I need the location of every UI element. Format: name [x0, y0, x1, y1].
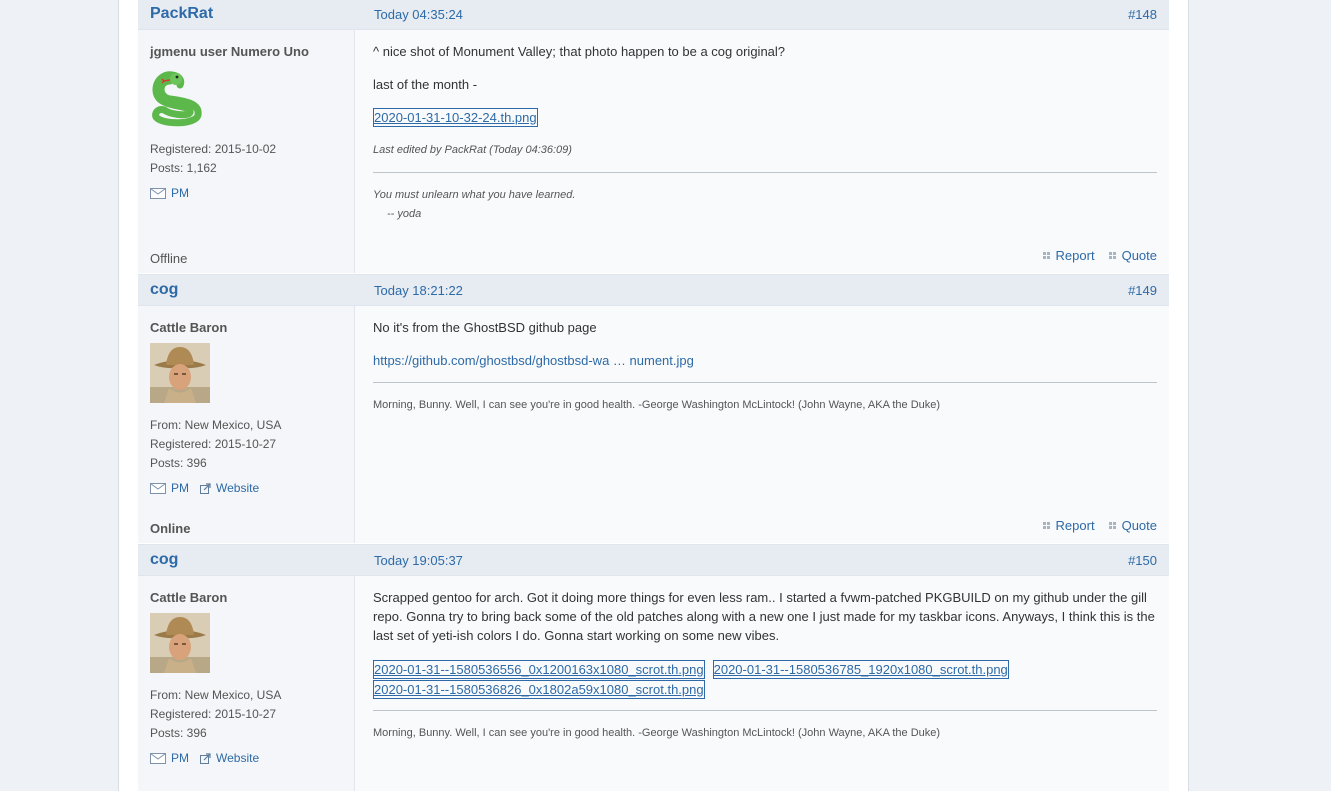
- website-link[interactable]: Website: [216, 481, 259, 495]
- post-150: cog Today 19:05:37 #150 Cattle Baron Fro…: [138, 544, 1169, 791]
- quote-button[interactable]: Quote: [1108, 248, 1157, 263]
- attachment-link[interactable]: 2020-01-31--1580536785_1920x1080_scrot.t…: [712, 660, 1009, 679]
- post-date[interactable]: Today 19:05:37: [374, 553, 463, 568]
- mail-icon: [150, 482, 166, 494]
- attachment-link[interactable]: 2020-01-31--1580536556_0x1200163x1080_sc…: [373, 660, 705, 679]
- post-content: ^ nice shot of Monument Valley; that pho…: [355, 30, 1169, 273]
- post-paragraph: ^ nice shot of Monument Valley; that pho…: [373, 44, 786, 59]
- report-button[interactable]: Report: [1042, 518, 1095, 533]
- external-link-icon: [200, 482, 211, 494]
- post-body: Cattle Baron From: New Mexico, USA Regis…: [138, 576, 1169, 791]
- post-body: jgmenu user Numero Uno Registered: 2015-…: [138, 30, 1169, 273]
- post-count: Posts: 396: [150, 456, 207, 470]
- signature-divider: [373, 382, 1157, 383]
- author-panel: Cattle Baron From: New Mexico, USA Regis…: [138, 576, 355, 791]
- report-button[interactable]: Report: [1042, 248, 1095, 263]
- contact-links: PM: [150, 186, 189, 200]
- edited-note: Last edited by PackRat (Today 04:36:09): [373, 144, 572, 156]
- user-title: Cattle Baron: [150, 320, 228, 335]
- post-paragraph: No it's from the GhostBSD github page: [373, 320, 597, 335]
- author-name[interactable]: cog: [150, 281, 178, 299]
- post-header: PackRat Today 04:35:24 #148: [138, 0, 1169, 30]
- quote-label: Quote: [1121, 248, 1157, 263]
- post-count: Posts: 1,162: [150, 161, 217, 175]
- signature-line: -- yoda: [387, 208, 422, 220]
- pm-link[interactable]: PM: [171, 186, 189, 200]
- signature-divider: [373, 710, 1157, 711]
- signature-line: Morning, Bunny. Well, I can see you're i…: [373, 727, 941, 739]
- author-panel: jgmenu user Numero Uno Registered: 2015-…: [138, 30, 355, 273]
- post-148: PackRat Today 04:35:24 #148 jgmenu user …: [138, 0, 1169, 273]
- registered-date: Registered: 2015-10-02: [150, 142, 277, 156]
- post-actions: Report Quote: [1029, 248, 1157, 263]
- post-date[interactable]: Today 18:21:22: [374, 283, 463, 298]
- post-actions: Report Quote: [1029, 518, 1157, 533]
- user-status: Online: [150, 521, 191, 536]
- post-paragraph: last of the month -: [373, 77, 478, 92]
- post-paragraph: Scrapped gentoo for arch. Got it doing m…: [373, 590, 1155, 643]
- contact-links: PM Website: [150, 751, 259, 765]
- author-panel: Cattle Baron From: New Mexico, USA Regis…: [138, 306, 355, 543]
- attachment-link[interactable]: 2020-01-31--1580536826_0x1802a59x1080_sc…: [373, 680, 705, 699]
- contact-links: PM Website: [150, 481, 259, 495]
- post-number[interactable]: #150: [1128, 553, 1157, 568]
- post-content: Scrapped gentoo for arch. Got it doing m…: [355, 576, 1169, 791]
- attachment-link[interactable]: 2020-01-31-10-32-24.th.png: [373, 108, 538, 127]
- post-header: cog Today 19:05:37 #150: [138, 544, 1169, 576]
- signature-line: Morning, Bunny. Well, I can see you're i…: [373, 399, 941, 411]
- github-link[interactable]: https://github.com/ghostbsd/ghostbsd-wa …: [373, 351, 1157, 370]
- post-number[interactable]: #149: [1128, 283, 1157, 298]
- author-name[interactable]: PackRat: [150, 5, 213, 23]
- registered-date: Registered: 2015-10-27: [150, 707, 277, 721]
- snake-avatar-icon: [152, 71, 202, 127]
- page-container: PackRat Today 04:35:24 #148 jgmenu user …: [118, 0, 1189, 791]
- post-count: Posts: 396: [150, 726, 207, 740]
- quote-label: Quote: [1121, 518, 1157, 533]
- mail-icon: [150, 187, 166, 199]
- website-link[interactable]: Website: [216, 751, 259, 765]
- signature-divider: [373, 172, 1157, 173]
- cowboy-avatar-icon: [150, 343, 210, 403]
- cowboy-avatar-icon: [150, 613, 210, 673]
- user-location: From: New Mexico, USA: [150, 688, 282, 702]
- quote-button[interactable]: Quote: [1108, 518, 1157, 533]
- external-link-icon: [200, 752, 211, 764]
- attachment-list: 2020-01-31--1580536556_0x1200163x1080_sc…: [373, 660, 1157, 700]
- grip-icon: [1042, 252, 1050, 259]
- post-date[interactable]: Today 04:35:24: [374, 7, 463, 22]
- grip-icon: [1108, 522, 1116, 529]
- user-status: Offline: [150, 251, 188, 266]
- author-name[interactable]: cog: [150, 551, 178, 569]
- post-content: No it's from the GhostBSD github page ht…: [355, 306, 1169, 543]
- report-label: Report: [1055, 518, 1095, 533]
- report-label: Report: [1055, 248, 1095, 263]
- registered-date: Registered: 2015-10-27: [150, 437, 277, 451]
- signature-line: You must unlearn what you have learned.: [373, 189, 576, 201]
- grip-icon: [1108, 252, 1116, 259]
- grip-icon: [1042, 522, 1050, 529]
- attachment-list: 2020-01-31-10-32-24.th.png: [373, 108, 1157, 127]
- pm-link[interactable]: PM: [171, 751, 189, 765]
- post-body: Cattle Baron From: New Mexico, USA Regis…: [138, 306, 1169, 543]
- pm-link[interactable]: PM: [171, 481, 189, 495]
- user-title: jgmenu user Numero Uno: [150, 44, 309, 59]
- mail-icon: [150, 752, 166, 764]
- user-title: Cattle Baron: [150, 590, 228, 605]
- post-149: cog Today 18:21:22 #149 Cattle Baron Fro…: [138, 274, 1169, 543]
- post-header: cog Today 18:21:22 #149: [138, 274, 1169, 306]
- user-location: From: New Mexico, USA: [150, 418, 282, 432]
- post-number[interactable]: #148: [1128, 7, 1157, 22]
